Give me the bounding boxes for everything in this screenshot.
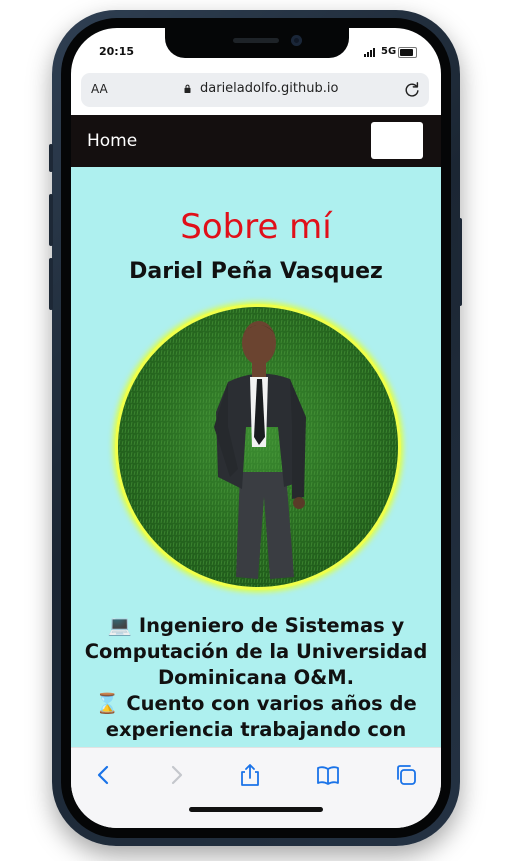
url-text[interactable]: darieladolfo.github.io [200, 81, 338, 96]
power-button [458, 218, 462, 306]
lock-icon [184, 84, 191, 93]
address-bar[interactable]: AA darieladolfo.github.io [81, 73, 429, 107]
navbar-toggle-button[interactable] [371, 122, 423, 159]
tabs-icon[interactable] [393, 762, 419, 788]
share-icon[interactable] [237, 762, 263, 788]
front-camera [291, 35, 302, 46]
notch [165, 28, 349, 58]
status-time: 20:15 [99, 45, 135, 58]
person-name: Dariel Peña Vasquez [129, 259, 383, 284]
bio-text: 💻 Ingeniero de Sistemas y Computación de… [81, 613, 431, 743]
site-navbar: Home [71, 115, 441, 167]
volume-down-button [49, 258, 53, 310]
phone-screen: 20:15 5G AA darieladolfo.github.io Home … [71, 28, 441, 828]
book-icon[interactable] [315, 762, 341, 788]
profile-photo [115, 304, 401, 590]
volume-up-button [49, 194, 53, 246]
browser-toolbar [71, 747, 441, 828]
bio-line-education: 💻 Ingeniero de Sistemas y Computación de… [84, 614, 428, 689]
profile-photo-figure [118, 307, 398, 587]
chevron-right-icon[interactable] [163, 762, 189, 788]
side-button [49, 144, 53, 172]
home-indicator [189, 807, 323, 812]
text-size-button[interactable]: AA [91, 82, 108, 96]
about-section: Sobre mí Dariel Peña Vasquez 💻 Ingeniero… [71, 167, 441, 747]
speaker-grille [233, 38, 279, 43]
battery-icon [398, 47, 417, 58]
signal-icon [364, 48, 375, 57]
page-title: Sobre mí [180, 207, 332, 247]
reload-icon[interactable] [403, 81, 421, 99]
network-label: 5G [381, 46, 397, 57]
chevron-left-icon[interactable] [91, 762, 117, 788]
nav-home-link[interactable]: Home [87, 131, 137, 151]
bio-line-experience: ⌛ Cuento con varios años de experiencia … [95, 692, 417, 741]
